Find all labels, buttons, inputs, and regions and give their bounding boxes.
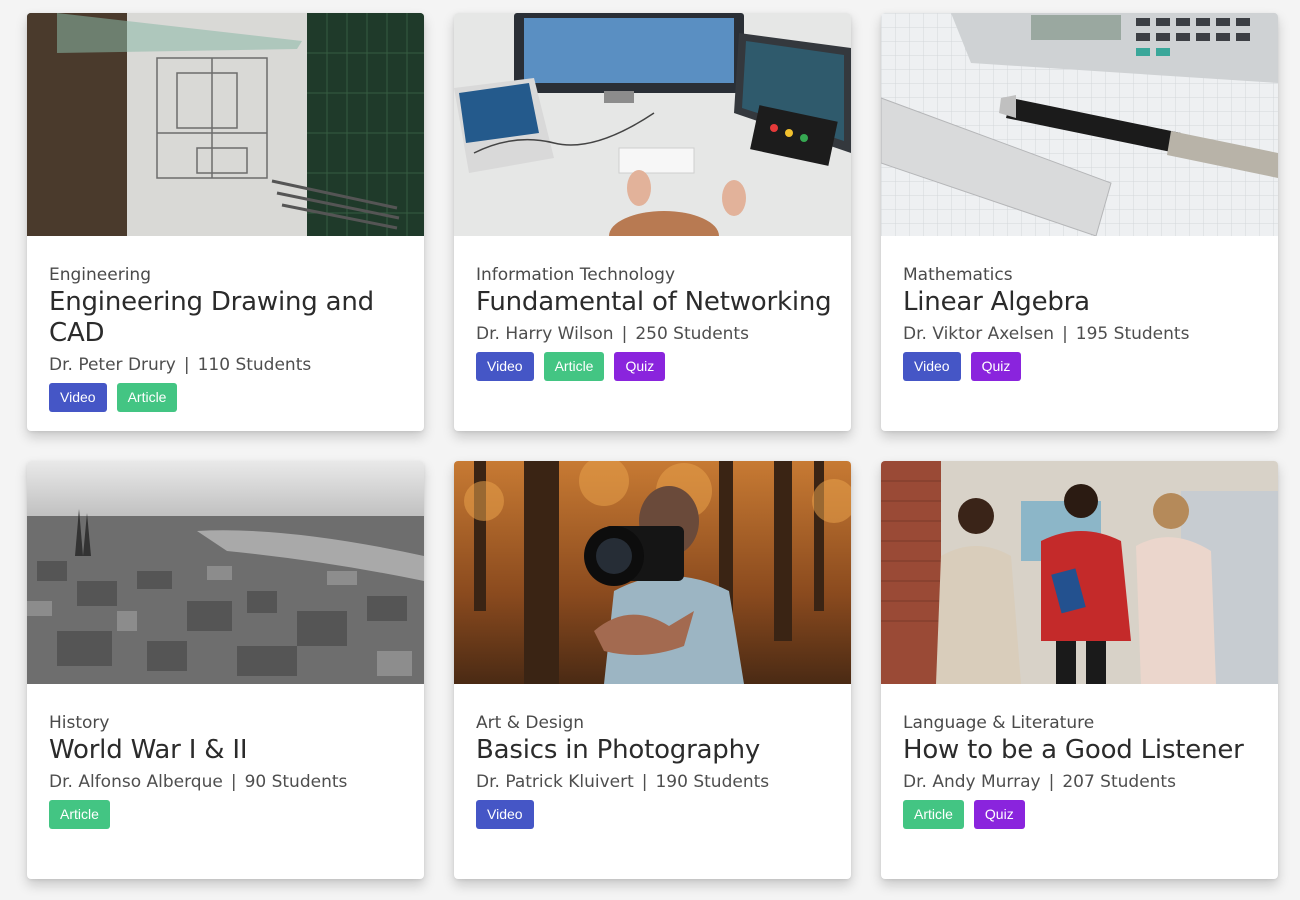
course-students: 250 Students [635,324,749,344]
course-tags: Article [49,800,406,829]
tag-quiz[interactable]: Quiz [970,352,1022,381]
course-image[interactable] [881,13,1278,236]
tag-article[interactable]: Article [903,800,964,829]
course-instructor: Dr. Andy Murray [903,772,1041,792]
course-card[interactable]: Information Technology Fundamental of Ne… [454,13,851,431]
course-students: 190 Students [655,772,770,792]
course-card[interactable]: Engineering Engineering Drawing and CAD … [27,13,424,431]
course-title[interactable]: Linear Algebra [903,287,1260,318]
course-category: Information Technology [476,265,676,285]
tag-quiz[interactable]: Quiz [614,352,666,381]
course-meta: Dr. Harry Wilson | 250 Students [476,322,833,346]
course-students: 195 Students [1075,324,1190,344]
tag-video[interactable]: Video [476,800,534,829]
course-info: Mathematics Linear Algebra Dr. Viktor Ax… [903,263,1260,381]
tag-article[interactable]: Article [543,352,605,381]
meta-separator: | [1062,324,1068,344]
course-info: Art & Design Basics in Photography Dr. P… [476,711,833,829]
course-tags: Video [476,800,833,829]
tag-article[interactable]: Article [49,800,110,829]
course-title[interactable]: World War I & II [49,735,406,766]
course-meta: Dr. Viktor Axelsen | 195 Students [903,322,1260,346]
course-info: Language & Literature How to be a Good L… [903,711,1260,829]
course-title[interactable]: Fundamental of Networking [476,287,833,318]
course-tags: Video Article Quiz [476,352,833,381]
course-info: Engineering Engineering Drawing and CAD … [49,263,406,412]
course-grid: Engineering Engineering Drawing and CAD … [27,13,1278,879]
tag-video[interactable]: Video [476,352,534,381]
course-instructor: Dr. Viktor Axelsen [903,324,1055,344]
tag-video[interactable]: Video [49,383,107,412]
meta-separator: | [183,355,190,375]
tag-article[interactable]: Article [116,383,178,412]
course-category: Mathematics [903,265,1013,285]
course-image[interactable] [881,461,1278,684]
course-meta: Dr. Patrick Kluivert | 190 Students [476,770,833,794]
course-card[interactable]: Language & Literature How to be a Good L… [881,461,1278,879]
course-meta: Dr. Peter Drury | 110 Students [49,353,406,377]
course-category: Engineering [49,265,151,285]
course-card[interactable]: History World War I & II Dr. Alfonso Alb… [27,461,424,879]
course-image[interactable] [454,461,851,684]
course-meta: Dr. Alfonso Alberque | 90 Students [49,770,406,794]
course-instructor: Dr. Alfonso Alberque [49,772,223,792]
course-category: Language & Literature [903,713,1095,733]
course-tags: Video Article [49,383,406,412]
course-image[interactable] [27,461,424,684]
course-students: 90 Students [244,772,348,792]
course-card[interactable]: Mathematics Linear Algebra Dr. Viktor Ax… [881,13,1278,431]
course-meta: Dr. Andy Murray | 207 Students [903,770,1260,794]
meta-separator: | [641,772,648,792]
tag-video[interactable]: Video [903,352,961,381]
course-image[interactable] [27,13,424,236]
course-tags: Article Quiz [903,800,1260,829]
course-card[interactable]: Art & Design Basics in Photography Dr. P… [454,461,851,879]
course-title[interactable]: How to be a Good Listener [903,735,1260,766]
tag-quiz[interactable]: Quiz [973,800,1025,829]
course-tags: Video Quiz [903,352,1260,381]
course-instructor: Dr. Patrick Kluivert [476,772,634,792]
course-category: Art & Design [476,713,585,733]
course-image[interactable] [454,13,851,236]
course-info: Information Technology Fundamental of Ne… [476,263,833,381]
course-students: 207 Students [1062,772,1176,792]
course-info: History World War I & II Dr. Alfonso Alb… [49,711,406,829]
meta-separator: | [230,772,237,792]
course-title[interactable]: Basics in Photography [476,735,833,766]
meta-separator: | [621,324,628,344]
meta-separator: | [1048,772,1055,792]
course-students: 110 Students [197,355,312,375]
course-instructor: Dr. Peter Drury [49,355,176,375]
course-title[interactable]: Engineering Drawing and CAD [49,287,406,349]
course-category: History [49,713,110,733]
course-instructor: Dr. Harry Wilson [476,324,614,344]
